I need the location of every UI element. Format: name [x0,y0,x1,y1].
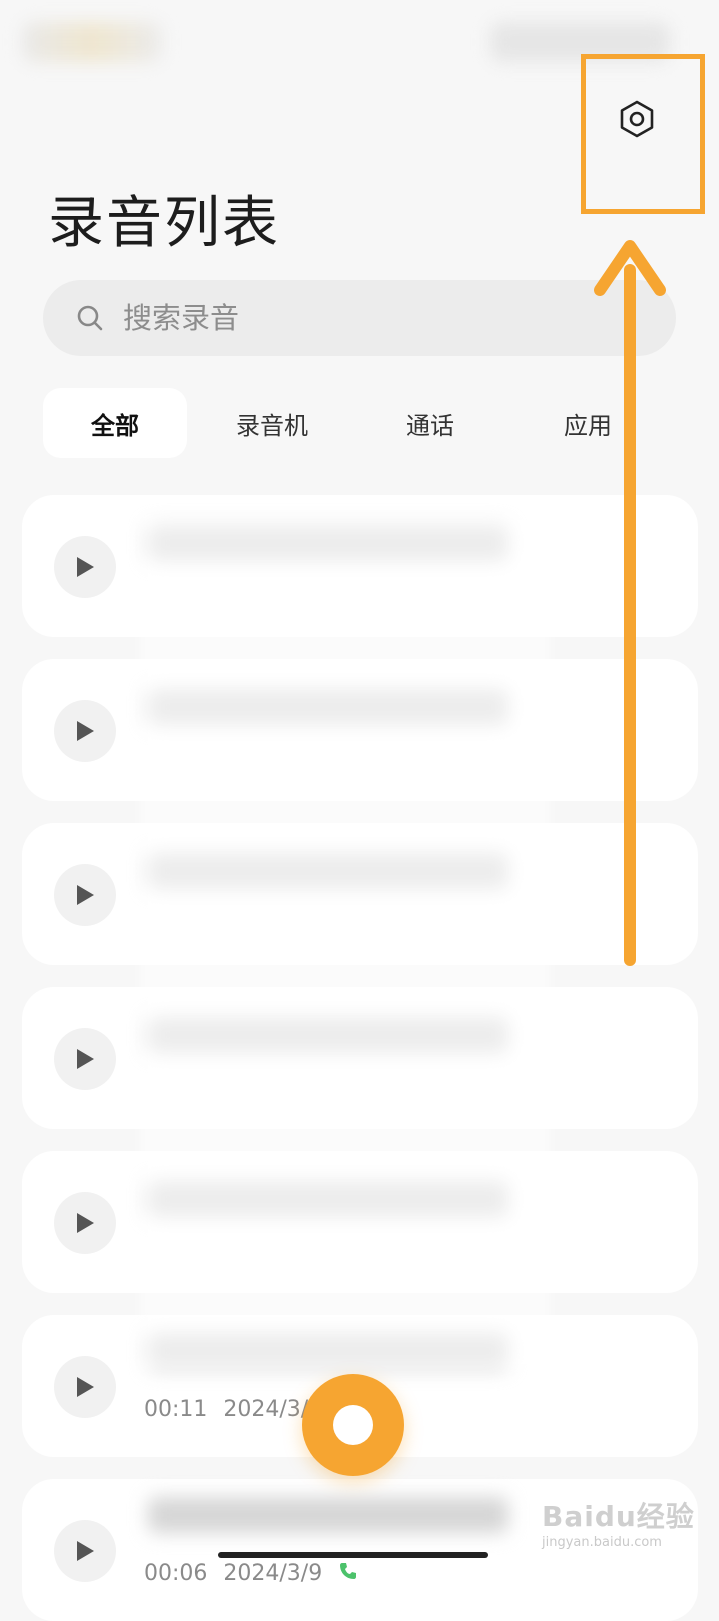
watermark: Baidu经验 jingyan.baidu.com [542,1495,695,1550]
annotation-arrow [594,240,666,966]
watermark-brand: Baidu经验 [542,1500,695,1533]
watermark-domain: jingyan.baidu.com [542,1535,662,1550]
